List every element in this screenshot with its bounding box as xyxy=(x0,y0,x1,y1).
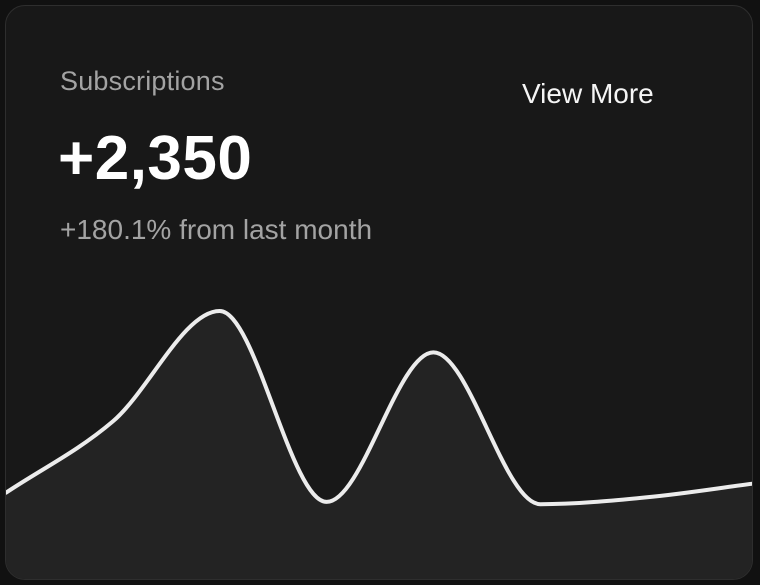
subscriptions-card: Subscriptions View More +2,350 +180.1% f… xyxy=(5,5,753,580)
card-title: Subscriptions xyxy=(60,66,225,96)
view-more-button[interactable]: View More xyxy=(522,78,654,110)
chart-area-fill xyxy=(6,311,752,579)
metric-value: +2,350 xyxy=(58,124,253,193)
metric-change: +180.1% from last month xyxy=(60,214,373,245)
